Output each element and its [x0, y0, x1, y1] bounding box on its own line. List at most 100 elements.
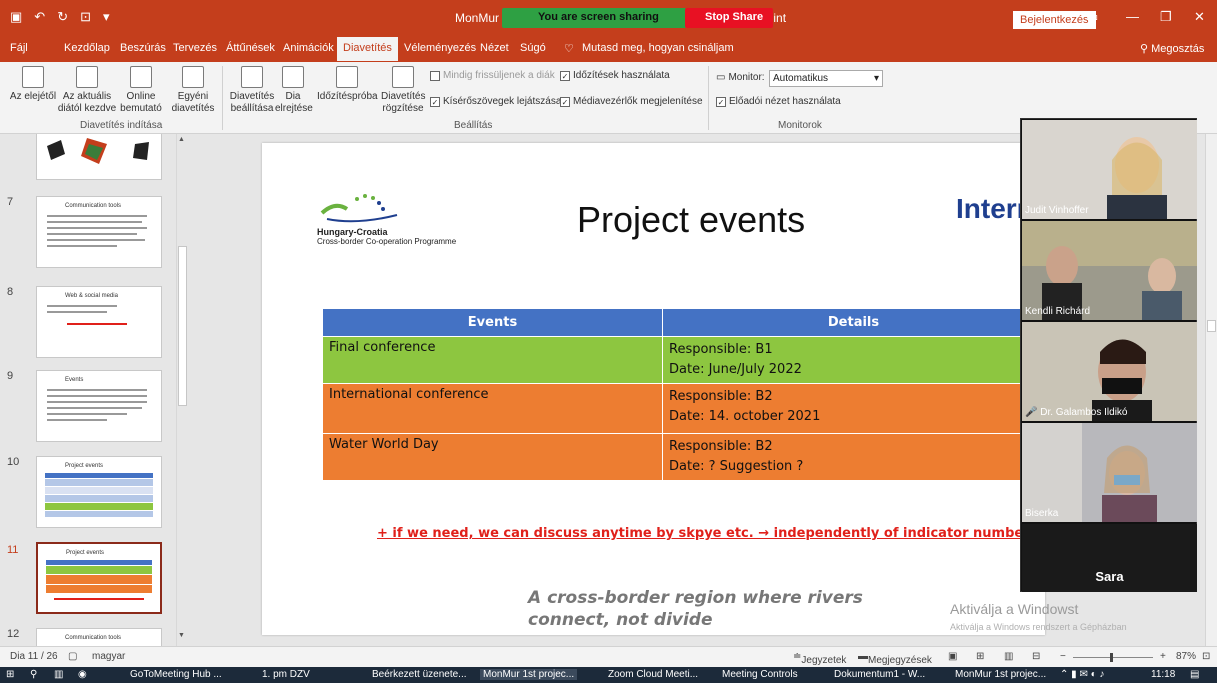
- setup-slideshow-button[interactable]: Diavetítés beállítása: [228, 66, 276, 115]
- show-media-controls-checkbox[interactable]: ✓ Médiavezérlők megjelenítése: [560, 96, 703, 107]
- ribbon-separator: [222, 66, 223, 130]
- ribbon-display-icon[interactable]: ▭: [1086, 9, 1098, 25]
- slideshow-current-icon: [76, 66, 98, 88]
- tab-review[interactable]: Véleményezés: [404, 42, 476, 54]
- responsible-label: Responsible:: [669, 342, 752, 357]
- task-view-icon[interactable]: ▥: [54, 669, 63, 680]
- zoom-in-icon[interactable]: +: [1160, 651, 1166, 662]
- zoom-level[interactable]: 87%: [1176, 651, 1196, 662]
- slide-title: Project events: [577, 199, 806, 240]
- logo-line2: Cross-border Co-operation Programme: [317, 237, 457, 246]
- save-icon[interactable]: ▣: [10, 9, 22, 25]
- monitor-select[interactable]: Automatikus ▾: [769, 70, 883, 87]
- slide-scrollbar[interactable]: [1205, 134, 1217, 646]
- maximize-icon[interactable]: ❐: [1160, 9, 1172, 25]
- slide-thumbnail-9[interactable]: Events: [36, 370, 162, 442]
- slide-thumbnail-partial[interactable]: [36, 134, 162, 180]
- tab-animations[interactable]: Animációk: [283, 42, 334, 54]
- slide-tagline: A cross-border region where rivers conne…: [528, 587, 863, 631]
- tab-file[interactable]: Fájl: [10, 42, 28, 54]
- slide-sorter-icon[interactable]: ⊞: [976, 651, 984, 662]
- hide-slide-button[interactable]: Dia elrejtése: [275, 66, 313, 115]
- chrome-icon[interactable]: ◉: [78, 669, 87, 680]
- online-present-button[interactable]: Online bemutató: [116, 66, 166, 115]
- scroll-up-icon[interactable]: ▲: [178, 136, 187, 145]
- setup-icon: [241, 66, 263, 88]
- video-tile[interactable]: Biserka: [1022, 423, 1197, 522]
- slide-canvas[interactable]: Hungary-Croatia Cross-border Co-operatio…: [262, 143, 1045, 635]
- slide-thumbnail-12[interactable]: Communication tools: [36, 628, 162, 646]
- zoom-slider[interactable]: [1073, 657, 1153, 658]
- slideshow-view-icon[interactable]: ⊟: [1032, 651, 1040, 662]
- spellcheck-icon[interactable]: ▢: [68, 651, 77, 662]
- play-narrations-label: Kísérőszövegek lejátszása: [443, 96, 562, 107]
- tab-view[interactable]: Nézet: [480, 42, 509, 54]
- reading-view-icon[interactable]: ▥: [1004, 651, 1013, 662]
- language-indicator[interactable]: magyar: [92, 651, 125, 662]
- scrollbar-thumb[interactable]: [178, 246, 187, 406]
- system-tray-icons[interactable]: ⌃ ▮ ✉ ◐ ♪: [1060, 669, 1104, 680]
- zoom-slider-handle[interactable]: [1110, 653, 1113, 662]
- taskbar-item[interactable]: MonMur 1st projec...: [955, 669, 1046, 680]
- tab-insert[interactable]: Beszúrás: [120, 42, 166, 54]
- use-timings-checkbox[interactable]: ✓ Időzítések használata: [560, 70, 670, 81]
- taskbar-item[interactable]: Dokumentum1 - W...: [834, 669, 925, 680]
- minimize-icon[interactable]: —: [1126, 9, 1139, 24]
- taskbar-item[interactable]: GoToMeeting Hub ...: [130, 669, 222, 680]
- quick-access-toolbar: ▣ ↶ ↻ ⊡ ▾: [10, 9, 110, 25]
- normal-view-icon[interactable]: ▣: [948, 651, 957, 662]
- taskbar-item[interactable]: Beérkezett üzenete...: [372, 669, 467, 680]
- share-menu-button[interactable]: ⚲ Megosztás: [1140, 42, 1204, 55]
- taskbar-item-active[interactable]: MonMur 1st projec...: [480, 669, 578, 680]
- present-icon[interactable]: ⊡: [80, 9, 91, 25]
- presenter-view-checkbox[interactable]: ✓ Előadói nézet használata: [716, 96, 841, 107]
- comments-button[interactable]: ▬ Megjegyzések: [858, 651, 932, 666]
- redo-icon[interactable]: ↻: [57, 9, 68, 25]
- hide-slide-icon: [282, 66, 304, 88]
- customize-qat-icon[interactable]: ▾: [103, 9, 110, 25]
- undo-icon[interactable]: ↶: [34, 9, 45, 25]
- slide-number: 10: [7, 456, 20, 468]
- rehearse-timings-button[interactable]: Időzítéspróba: [317, 66, 378, 103]
- tab-home[interactable]: Kezdőlap: [64, 42, 110, 54]
- slide-thumbnail-7[interactable]: Communication tools: [36, 196, 162, 268]
- play-narrations-checkbox[interactable]: ✓ Kísérőszövegek lejátszása: [430, 96, 561, 107]
- tab-help[interactable]: Súgó: [520, 42, 546, 54]
- custom-slideshow-button[interactable]: Egyéni diavetítés: [168, 66, 218, 115]
- taskbar-item[interactable]: 1. pm DZV: [262, 669, 310, 680]
- responsible-label: Responsible:: [669, 439, 752, 454]
- stop-share-button[interactable]: Stop Share: [685, 8, 774, 28]
- close-icon[interactable]: ✕: [1194, 9, 1205, 25]
- notifications-icon[interactable]: ▤: [1190, 669, 1199, 680]
- video-tile[interactable]: Judit Vinhoffer: [1022, 120, 1197, 219]
- video-tile[interactable]: 🎤 Dr. Galambos Ildikó: [1022, 322, 1197, 421]
- slide-thumbnail-11-selected[interactable]: Project events: [36, 542, 162, 614]
- notes-button[interactable]: ≐ Jegyzetek: [793, 651, 846, 666]
- from-beginning-button[interactable]: Az elejétől: [8, 66, 58, 103]
- thumbnail-scrollbar[interactable]: ▲ ▼: [176, 134, 188, 646]
- taskbar-item[interactable]: Meeting Controls: [722, 669, 798, 680]
- windows-start-icon[interactable]: ⊞: [6, 669, 14, 680]
- slide-thumbnail-10[interactable]: Project events: [36, 456, 162, 528]
- zoom-out-icon[interactable]: −: [1060, 651, 1066, 662]
- from-current-button[interactable]: Az aktuális diától kezdve: [56, 66, 118, 115]
- video-tile-no-camera[interactable]: Sara: [1022, 524, 1197, 592]
- slide-thumbnail-8[interactable]: Web & social media: [36, 286, 162, 358]
- tab-slideshow[interactable]: Diavetítés: [337, 37, 398, 61]
- video-tile[interactable]: Kendli Richárd: [1022, 221, 1197, 320]
- clock[interactable]: 11:18: [1151, 669, 1175, 680]
- monitor-select-value: Automatikus: [773, 73, 829, 84]
- tab-transitions[interactable]: Áttűnések: [226, 42, 275, 54]
- responsible-value: B2: [751, 439, 773, 454]
- tell-me-search[interactable]: Mutasd meg, hogyan csináljam: [582, 42, 734, 54]
- tab-design[interactable]: Tervezés: [173, 42, 217, 54]
- thumbnail-title: Web & social media: [65, 293, 118, 299]
- scroll-down-icon[interactable]: ▼: [178, 632, 187, 641]
- record-slideshow-button[interactable]: Diavetítés rögzítése: [381, 66, 425, 115]
- slideshow-start-icon: [22, 66, 44, 88]
- fit-to-window-icon[interactable]: ⊡: [1202, 651, 1210, 662]
- taskbar-item[interactable]: Zoom Cloud Meeti...: [608, 669, 698, 680]
- scrollbar-thumb[interactable]: [1207, 320, 1216, 332]
- search-icon[interactable]: ⚲: [30, 669, 37, 680]
- login-button[interactable]: Bejelentkezés: [1013, 11, 1096, 29]
